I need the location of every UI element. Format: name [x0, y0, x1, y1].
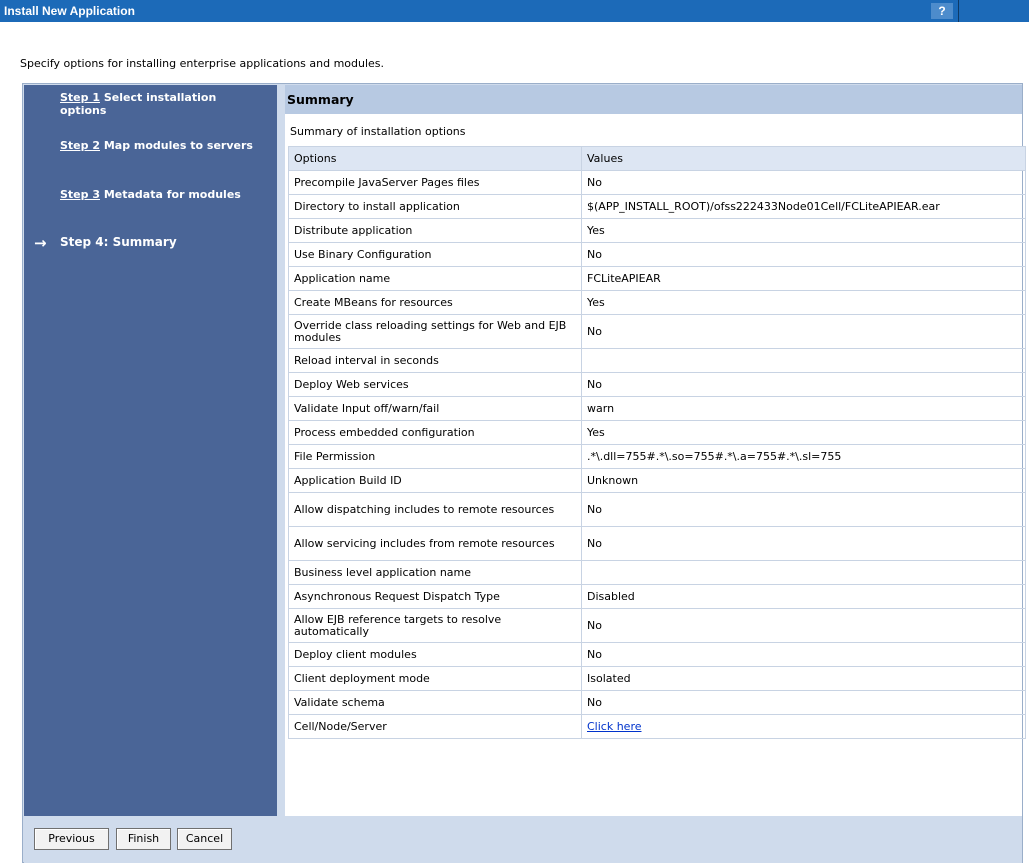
option-cell: Reload interval in seconds: [288, 348, 582, 373]
table-body: Precompile JavaServer Pages files No Direc…: [288, 170, 1026, 739]
value-cell: [581, 348, 1026, 373]
summary-header: Summary: [285, 85, 1022, 114]
option-cell: Directory to install application: [288, 194, 582, 219]
step-2-link[interactable]: Step 2 Map modules to servers: [60, 139, 260, 152]
option-cell: Deploy Web services: [288, 372, 582, 397]
value-cell: Yes: [581, 290, 1026, 315]
value-cell: Disabled: [581, 584, 1026, 609]
summary-panel: Summary Summary of installation options …: [285, 85, 1026, 816]
value-cell: No: [581, 608, 1026, 643]
help-icon[interactable]: ?: [931, 3, 953, 19]
value-cell: No: [581, 242, 1026, 267]
table-row: Allow servicing includes from remote res…: [288, 526, 1026, 561]
table-row: Process embedded configuration Yes: [288, 420, 1026, 445]
option-cell: Override class reloading settings for We…: [288, 314, 582, 349]
step-1-link[interactable]: Step 1 Select installation options: [60, 91, 260, 117]
step-3-label: Metadata for modules: [103, 188, 241, 201]
option-cell: Asynchronous Request Dispatch Type: [288, 584, 582, 609]
table-row: Deploy client modules No: [288, 642, 1026, 667]
table-row: Create MBeans for resources Yes: [288, 290, 1026, 315]
table-header-row: Options Values: [288, 146, 1026, 171]
value-cell: FCLiteAPIEAR: [581, 266, 1026, 291]
value-cell: No: [581, 690, 1026, 715]
value-cell: .*\.dll=755#.*\.so=755#.*\.a=755#.*\.sl=…: [581, 444, 1026, 469]
options-column-header: Options: [288, 146, 582, 171]
value-cell: No: [581, 314, 1026, 349]
value-cell: No: [581, 372, 1026, 397]
wizard-steps-sidebar: Step 1 Select installation options Step …: [24, 85, 277, 816]
install-wizard: Step 1 Select installation options Step …: [22, 83, 1026, 863]
table-row: Validate Input off/warn/fail warn: [288, 396, 1026, 421]
option-cell: Precompile JavaServer Pages files: [288, 170, 582, 195]
window-title: Install New Application: [4, 4, 135, 18]
option-cell: Application name: [288, 266, 582, 291]
table-row: Client deployment mode Isolated: [288, 666, 1026, 691]
option-cell: Process embedded configuration: [288, 420, 582, 445]
table-row: Allow dispatching includes to remote res…: [288, 492, 1026, 527]
step-2-number[interactable]: Step 2: [60, 139, 100, 152]
option-cell: Cell/Node/Server: [288, 714, 582, 739]
button-bar: Previous Finish Cancel: [24, 819, 1022, 863]
option-cell: Validate Input off/warn/fail: [288, 396, 582, 421]
click-here-link[interactable]: Click here: [587, 720, 642, 733]
option-cell: Allow EJB reference targets to resolve a…: [288, 608, 582, 643]
value-cell: Unknown: [581, 468, 1026, 493]
option-cell: Use Binary Configuration: [288, 242, 582, 267]
table-caption: Summary of installation options: [290, 125, 466, 138]
table-row: Precompile JavaServer Pages files No: [288, 170, 1026, 195]
value-cell: Yes: [581, 218, 1026, 243]
option-cell: Application Build ID: [288, 468, 582, 493]
cancel-button[interactable]: Cancel: [177, 828, 232, 850]
value-cell: $(APP_INSTALL_ROOT)/ofss222433Node01Cell…: [581, 194, 1026, 219]
value-cell: Click here: [581, 714, 1026, 739]
values-column-header: Values: [581, 146, 1026, 171]
table-row: Override class reloading settings for We…: [288, 314, 1026, 349]
option-cell: Allow dispatching includes to remote res…: [288, 492, 582, 527]
step-3-number[interactable]: Step 3: [60, 188, 100, 201]
value-cell: No: [581, 526, 1026, 561]
intro-text: Specify options for installing enterpris…: [20, 57, 385, 70]
table-row: Deploy Web services No: [288, 372, 1026, 397]
title-bar-divider: [958, 0, 959, 22]
table-row: Asynchronous Request Dispatch Type Disabl…: [288, 584, 1026, 609]
previous-button[interactable]: Previous: [34, 828, 109, 850]
option-cell: Validate schema: [288, 690, 582, 715]
value-cell: No: [581, 642, 1026, 667]
option-cell: Distribute application: [288, 218, 582, 243]
step-4-current: Step 4: Summary: [60, 235, 177, 249]
finish-button[interactable]: Finish: [116, 828, 171, 850]
option-cell: File Permission: [288, 444, 582, 469]
options-table: Options Values Precompile JavaServer Pag…: [288, 146, 1026, 739]
option-cell: Allow servicing includes from remote res…: [288, 526, 582, 561]
value-cell: No: [581, 170, 1026, 195]
option-cell: Business level application name: [288, 560, 582, 585]
table-row: Allow EJB reference targets to resolve a…: [288, 608, 1026, 643]
current-step-arrow-icon: →: [34, 234, 47, 252]
table-row: Application Build ID Unknown: [288, 468, 1026, 493]
table-row: File Permission .*\.dll=755#.*\.so=755#.*…: [288, 444, 1026, 469]
value-cell: Yes: [581, 420, 1026, 445]
window-title-bar: Install New Application ?: [0, 0, 1029, 22]
value-cell: Isolated: [581, 666, 1026, 691]
table-row: Application name FCLiteAPIEAR: [288, 266, 1026, 291]
table-row: Directory to install application $(APP_IN…: [288, 194, 1026, 219]
step-1-number[interactable]: Step 1: [60, 91, 100, 104]
table-row: Distribute application Yes: [288, 218, 1026, 243]
option-cell: Client deployment mode: [288, 666, 582, 691]
option-cell: Create MBeans for resources: [288, 290, 582, 315]
option-cell: Deploy client modules: [288, 642, 582, 667]
step-2-label: Map modules to servers: [103, 139, 253, 152]
step-3-link[interactable]: Step 3 Metadata for modules: [60, 188, 260, 201]
table-row: Cell/Node/Server Click here: [288, 714, 1026, 739]
value-cell: No: [581, 492, 1026, 527]
table-row: Validate schema No: [288, 690, 1026, 715]
value-cell: warn: [581, 396, 1026, 421]
table-row: Use Binary Configuration No: [288, 242, 1026, 267]
table-row: Reload interval in seconds: [288, 348, 1026, 373]
value-cell: [581, 560, 1026, 585]
table-row: Business level application name: [288, 560, 1026, 585]
